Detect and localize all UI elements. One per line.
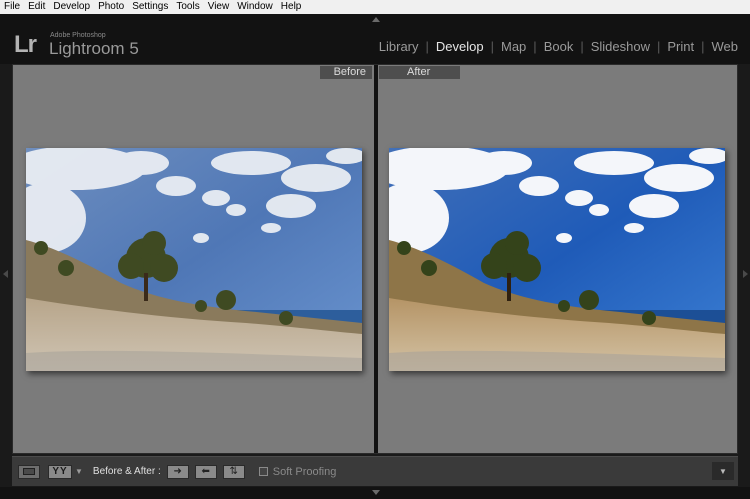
view-mode-caret-icon[interactable]: ▼ (75, 467, 83, 476)
module-slideshow[interactable]: Slideshow (591, 39, 650, 54)
module-separator: | (656, 39, 661, 54)
toolbar-content-menu-button[interactable]: ▼ (712, 462, 734, 480)
soft-proofing-checkbox[interactable] (258, 467, 268, 476)
copy-after-to-before-button[interactable]: ⬅ (194, 464, 217, 479)
brand-title: Lightroom 5 (49, 39, 139, 58)
brand-subtitle: Adobe Photoshop (50, 32, 106, 39)
menu-help[interactable]: Help (281, 0, 302, 14)
loupe-view-icon (23, 468, 35, 475)
module-picker: Library | Develop | Map | Book | Slidesh… (379, 39, 738, 54)
module-separator: | (701, 39, 705, 54)
arrow-left-icon: ⬅ (201, 466, 210, 477)
module-separator: | (533, 39, 537, 54)
swap-icon: ⇅ (229, 466, 238, 477)
menu-bar: File Edit Develop Photo Settings Tools V… (0, 0, 750, 14)
module-map[interactable]: Map (501, 39, 526, 54)
module-book[interactable]: Book (544, 39, 574, 54)
menu-develop[interactable]: Develop (53, 0, 90, 14)
before-photo[interactable] (26, 148, 362, 371)
module-web[interactable]: Web (712, 39, 739, 54)
module-develop[interactable]: Develop (436, 39, 484, 54)
arrow-right-icon: ➜ (173, 466, 182, 477)
menu-tools[interactable]: Tools (176, 0, 199, 14)
pane-divider (374, 65, 378, 453)
bottom-panel-toggle-icon[interactable] (372, 490, 380, 495)
module-separator: | (490, 39, 494, 54)
lightroom-logo: Lr (14, 31, 37, 58)
copy-before-to-after-button[interactable]: ➜ (166, 464, 189, 479)
module-separator: | (580, 39, 584, 54)
soft-proofing-label: Soft Proofing (272, 465, 337, 478)
menu-edit[interactable]: Edit (28, 0, 45, 14)
before-photo-image (26, 148, 362, 371)
after-photo[interactable] (389, 148, 725, 371)
develop-toolbar: YY ▼ Before & After : ➜ ⬅ ⇅ Soft Proofin… (12, 456, 738, 486)
menu-file[interactable]: File (4, 0, 20, 14)
menu-settings[interactable]: Settings (132, 0, 168, 14)
module-print[interactable]: Print (667, 39, 694, 54)
swap-settings-button[interactable]: ⇅ (222, 464, 245, 479)
after-photo-image (389, 148, 725, 371)
left-panel-toggle-icon[interactable] (3, 270, 8, 278)
after-label: After (379, 66, 460, 79)
menu-window[interactable]: Window (237, 0, 273, 14)
before-after-label: Before & After : (92, 466, 161, 477)
before-after-view-button[interactable]: YY (48, 464, 72, 479)
module-library[interactable]: Library (379, 39, 419, 54)
right-panel-toggle-icon[interactable] (743, 270, 748, 278)
menu-photo[interactable]: Photo (98, 0, 124, 14)
top-panel-toggle-icon[interactable] (372, 17, 380, 22)
module-separator: | (425, 39, 429, 54)
before-label: Before (320, 66, 372, 79)
loupe-view-button[interactable] (18, 464, 40, 479)
identity-plate-bar: Lr Adobe Photoshop Lightroom 5 Library |… (0, 28, 750, 64)
chevron-down-icon: ▼ (719, 466, 727, 476)
menu-view[interactable]: View (208, 0, 230, 14)
